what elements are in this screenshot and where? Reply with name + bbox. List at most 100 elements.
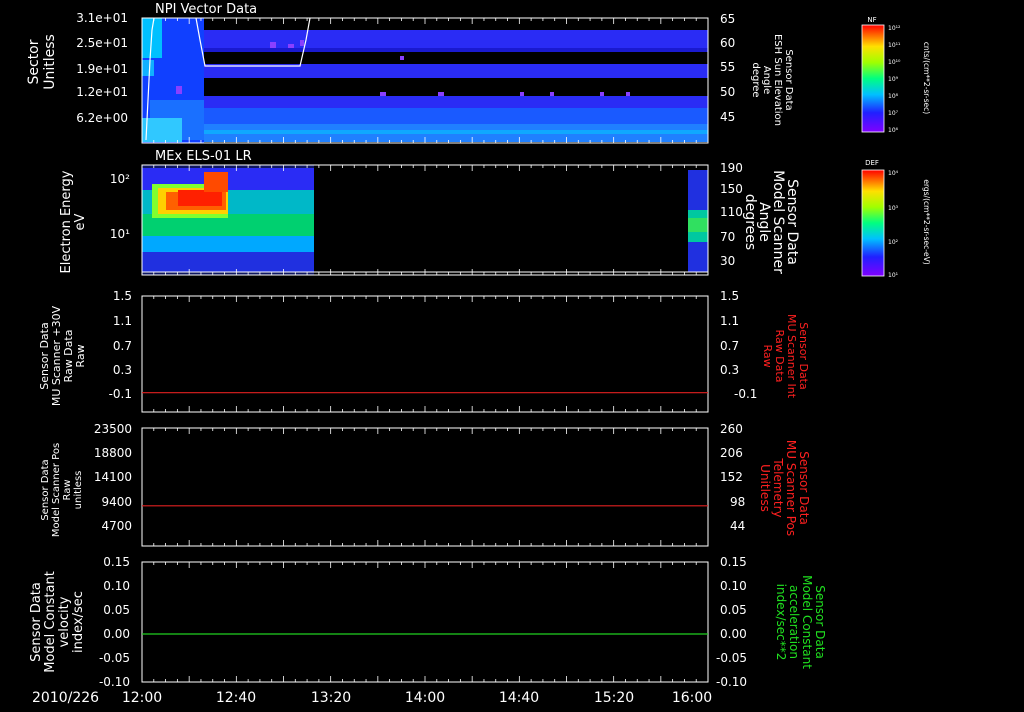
els-colorbar-tick: 10⁴ <box>888 170 899 177</box>
panel-model-constant: 0.15 0.10 0.05 0.00 -0.05 -0.10 0.15 0.1… <box>29 555 827 689</box>
npi-colorbar-tick: 10¹² <box>888 25 901 32</box>
els-right-tick: 190 <box>720 161 743 175</box>
npi-right-tick: 45 <box>720 110 735 124</box>
npi-right-label-line: Angle <box>761 66 772 94</box>
els-y-ticks: 10² 10¹ <box>110 172 130 241</box>
panel5-ylabel-line: Sensor Data <box>29 582 44 662</box>
panel5-y-tick: -0.10 <box>99 675 130 689</box>
panel-scanner-pos: 23500 18800 14100 9400 4700 260 206 152 … <box>40 422 811 547</box>
els-colorbar-tick: 10² <box>888 239 899 246</box>
panel3-right-tick: 0.3 <box>720 363 739 377</box>
els-panel-title: MEx ELS-01 LR <box>155 149 252 164</box>
panel3-right-label: Sensor Data MU Scanner Int Raw Data Raw <box>761 314 810 399</box>
npi-colorbar-tick: 10¹⁰ <box>888 59 901 66</box>
stack-plot-svg: NPI Vector Data 3.1e+01 2.5e+01 1.9e+01 … <box>26 2 931 706</box>
els-colorbar: DEF 10⁴ 10³ 10² 10¹ ergs/(cm**2-sr-sec-e… <box>861 159 931 279</box>
npi-y-tick: 3.1e+01 <box>76 11 128 25</box>
npi-ylabel-line: Unitless <box>42 34 58 90</box>
panel4-ylabel-line: Model Scanner Pos <box>51 443 62 537</box>
panel3-right-tick: -0.1 <box>734 387 757 401</box>
stack-plot-display: NPI Vector Data 3.1e+01 2.5e+01 1.9e+01 … <box>0 0 1024 708</box>
panel4-right-label-line: Unitless <box>758 464 772 512</box>
panel-mu-scanner-raw: 1.5 1.1 0.7 0.3 -0.1 1.5 1.1 0.7 0.3 -0.… <box>38 289 810 413</box>
npi-y-tick: 1.9e+01 <box>76 62 128 76</box>
npi-right-label: Sensor Data ESH Sun Elevation Angle degr… <box>750 34 794 126</box>
time-tick-label: 12:40 <box>216 690 256 706</box>
npi-right-label-line: Sensor Data <box>783 49 794 110</box>
els-right-ticks: 190 150 110 70 30 <box>720 161 743 268</box>
time-tick-label: 13:20 <box>311 690 351 706</box>
els-right-tick: 150 <box>720 182 743 196</box>
panel5-right-tick: -0.10 <box>716 675 747 689</box>
panel5-right-ticks: 0.15 0.10 0.05 0.00 -0.05 -0.10 <box>716 555 747 689</box>
npi-y-ticks: 3.1e+01 2.5e+01 1.9e+01 1.2e+01 6.2e+00 <box>76 11 128 125</box>
panel4-right-label-line: MU Scanner Pos <box>784 440 798 536</box>
panel4-right-ticks: 260 206 152 98 44 <box>720 422 745 533</box>
els-right-tick: 110 <box>720 205 743 219</box>
panel5-right-tick: 0.10 <box>720 579 747 593</box>
npi-colorbar: NF 10¹² 10¹¹ 10¹⁰ 10⁹ 10⁸ 10⁷ 10⁶ cnts/(… <box>861 16 931 134</box>
npi-right-tick: 60 <box>720 36 735 50</box>
panel5-y-tick: -0.05 <box>99 651 130 665</box>
npi-y-tick: 6.2e+00 <box>76 111 128 125</box>
panel4-y-tick: 14100 <box>94 470 132 484</box>
panel5-ylabel-line: velocity <box>57 596 72 647</box>
time-tick-label: 12:00 <box>122 690 162 706</box>
els-y-tick: 10¹ <box>110 227 130 241</box>
time-tick-label: 14:00 <box>405 690 445 706</box>
npi-colorbar-units: cnts/(cm**2-sr-sec) <box>922 42 931 114</box>
panel5-right-label-line: Sensor Data <box>813 585 827 659</box>
npi-right-label-line: ESH Sun Elevation <box>772 34 783 126</box>
panel4-y-ticks: 23500 18800 14100 9400 4700 <box>94 422 132 533</box>
els-right-label-line: degrees <box>742 194 758 250</box>
time-tick-label: 16:00 <box>672 690 712 706</box>
els-colorbar-tick: 10³ <box>888 205 899 212</box>
panel3-y-tick: 1.5 <box>113 289 132 303</box>
els-colorbar-tag: DEF <box>865 159 879 167</box>
date-label: 2010/226 <box>32 690 99 706</box>
els-right-tick: 70 <box>720 230 735 244</box>
panel5-y-tick: 0.10 <box>103 579 130 593</box>
panel5-right-label: Sensor Data Model Constant acceleration … <box>774 575 827 669</box>
panel-mex-els: MEx ELS-01 LR 10² 10¹ 190 150 110 70 30 … <box>59 149 931 279</box>
panel4-right-tick: 206 <box>720 446 743 460</box>
els-ylabel-line: Electron Energy <box>59 170 74 273</box>
panel4-ylabel-line: Sensor Data <box>40 459 51 520</box>
panel4-ylabel: Sensor Data Model Scanner Pos Raw unitle… <box>40 443 84 537</box>
panel5-right-tick: 0.05 <box>720 603 747 617</box>
panel5-right-label-line: acceleration <box>787 585 801 659</box>
npi-right-tick: 50 <box>720 85 735 99</box>
panel5-y-ticks: 0.15 0.10 0.05 0.00 -0.05 -0.10 <box>99 555 130 689</box>
panel5-y-tick: 0.05 <box>103 603 130 617</box>
panel5-y-tick: 0.00 <box>103 627 130 641</box>
panel3-y-tick: 1.1 <box>113 314 132 328</box>
panel4-right-label-line: Sensor Data <box>797 451 811 525</box>
panel-npi-vector-data: NPI Vector Data 3.1e+01 2.5e+01 1.9e+01 … <box>26 2 931 144</box>
npi-y-tick: 1.2e+01 <box>76 85 128 99</box>
panel5-right-tick: 0.00 <box>720 627 747 641</box>
panel5-ylabel-line: Model Constant <box>43 571 58 673</box>
time-tick-label: 14:40 <box>499 690 539 706</box>
panel4-right-tick: 152 <box>720 470 743 484</box>
panel3-right-ticks: 1.5 1.1 0.7 0.3 -0.1 <box>720 289 757 401</box>
npi-colorbar-tag: NF <box>867 16 876 24</box>
panel5-y-tick: 0.15 <box>103 555 130 569</box>
els-colorbar-tick: 10¹ <box>888 272 899 279</box>
panel3-y-ticks: 1.5 1.1 0.7 0.3 -0.1 <box>109 289 132 401</box>
panel4-right-label-line: Telemetry <box>771 457 785 517</box>
els-right-tick: 30 <box>720 254 735 268</box>
npi-colorbar-tick: 10⁸ <box>888 93 899 100</box>
panel5-ylabel-line: index/sec <box>71 591 86 653</box>
panel4-ylabel-line: Raw <box>62 479 73 500</box>
panel3-right-tick: 1.1 <box>720 314 739 328</box>
panel5-right-tick: 0.15 <box>720 555 747 569</box>
panel4-y-tick: 18800 <box>94 446 132 460</box>
panel5-right-tick: -0.05 <box>716 651 747 665</box>
npi-panel-title: NPI Vector Data <box>155 2 257 17</box>
npi-ylabel: Sector Unitless <box>26 34 58 90</box>
panel5-ylabel: Sensor Data Model Constant velocity inde… <box>29 571 86 673</box>
els-y-tick: 10² <box>110 172 130 186</box>
panel3-ylabel: Sensor Data MU Scanner +30V Raw Data Raw <box>38 305 87 406</box>
panel4-right-tick: 44 <box>730 519 745 533</box>
panel4-right-label: Sensor Data MU Scanner Pos Telemetry Uni… <box>758 440 811 536</box>
